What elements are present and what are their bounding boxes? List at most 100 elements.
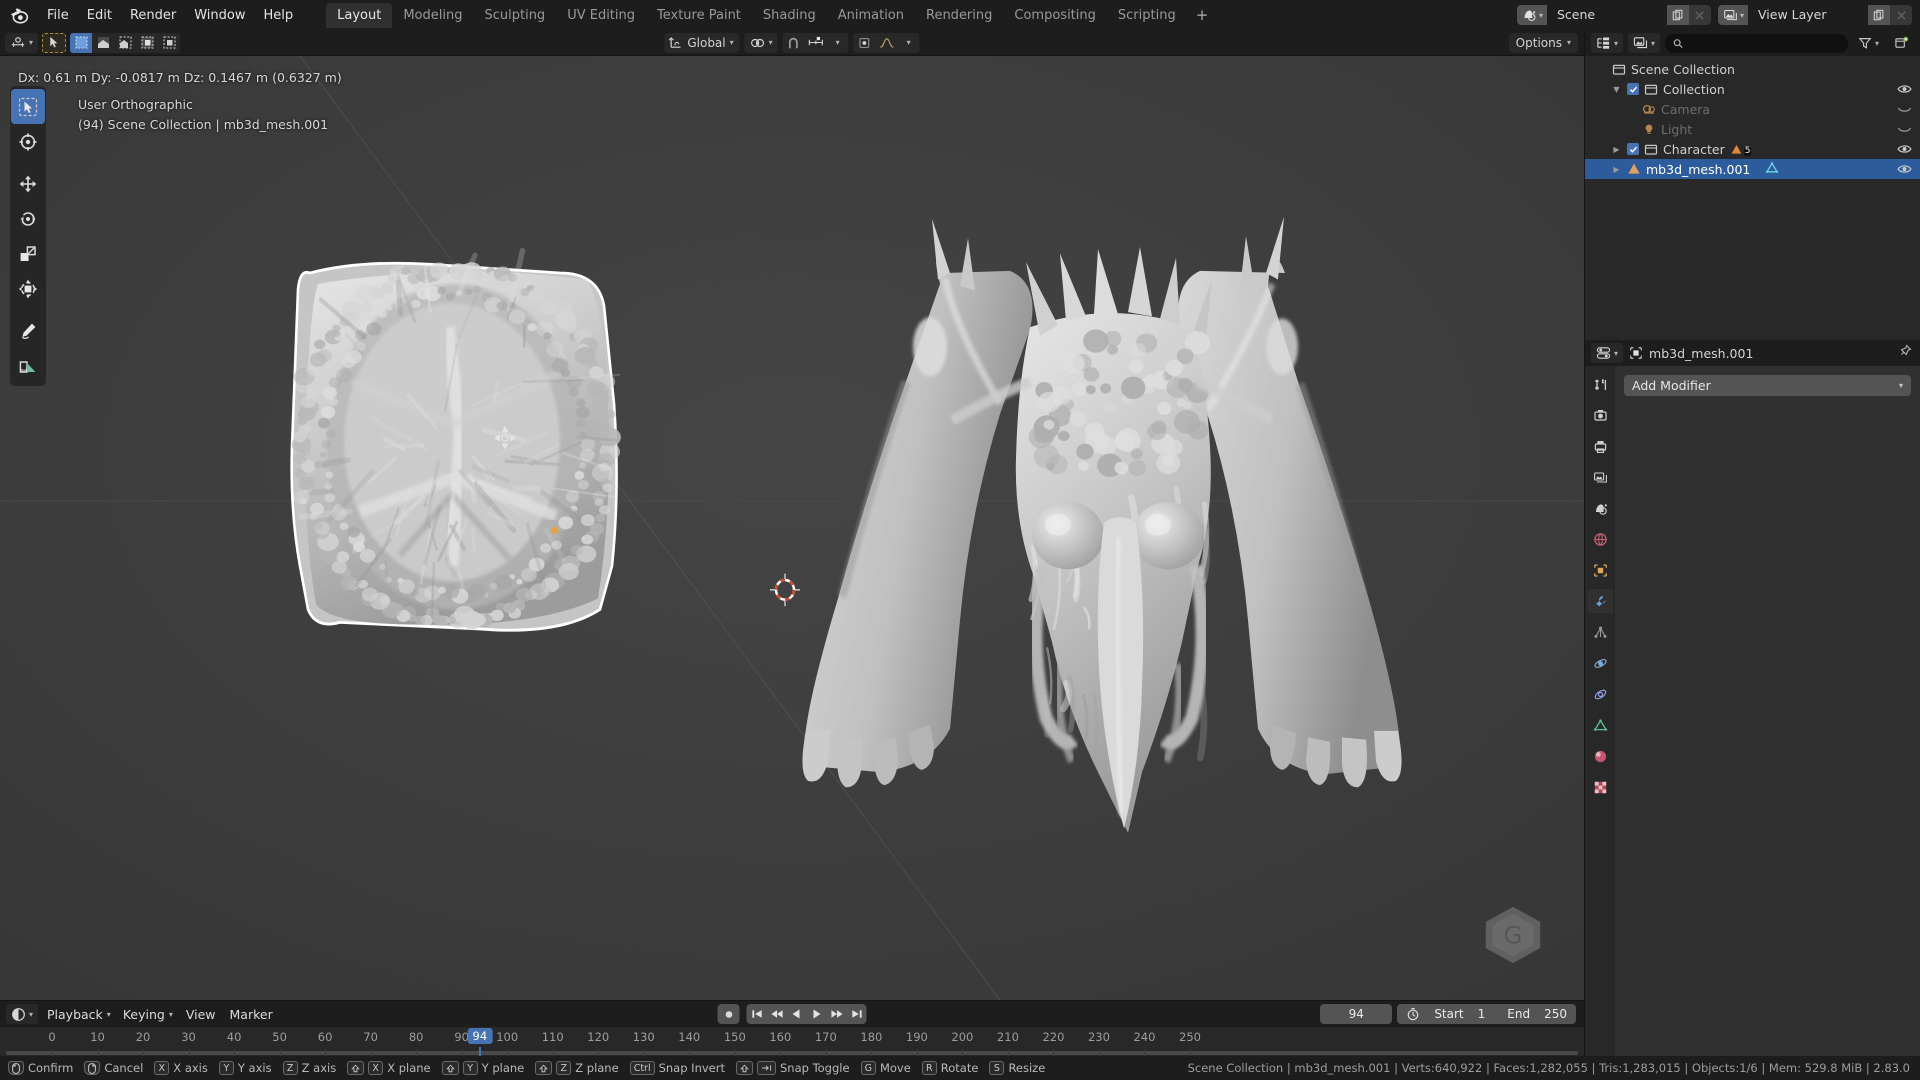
outliner-row-scene-collection[interactable]: Scene Collection <box>1585 59 1920 79</box>
falloff-chevron-icon[interactable]: ▾ <box>898 33 920 53</box>
snap-increment-icon[interactable] <box>805 33 827 53</box>
smooth-falloff-icon[interactable] <box>876 33 898 53</box>
properties-tab-world[interactable] <box>1587 527 1613 551</box>
properties-tab-object[interactable] <box>1587 558 1613 582</box>
new-collection-icon[interactable] <box>1889 33 1914 53</box>
timeline-ruler[interactable]: 0102030405060708090100110120130140150160… <box>0 1027 1584 1056</box>
select-mode-invert-icon[interactable] <box>136 33 158 53</box>
menu-help[interactable]: Help <box>255 5 303 26</box>
tool-transform[interactable] <box>11 271 45 306</box>
tool-rotate[interactable] <box>11 201 45 236</box>
3d-viewport[interactable]: Dx: 0.61 m Dy: -0.0817 m Dz: 0.1467 m (0… <box>0 56 1584 1000</box>
prev-keyframe-icon[interactable] <box>767 1004 787 1024</box>
jump-start-icon[interactable] <box>747 1004 767 1024</box>
tool-measure[interactable] <box>11 348 45 383</box>
visibility-toggle-eye-icon[interactable] <box>1897 163 1912 175</box>
tool-scale[interactable] <box>11 236 45 271</box>
workspace-tab-animation[interactable]: Animation <box>827 3 915 28</box>
visibility-toggle-eye-icon[interactable] <box>1897 143 1912 155</box>
outliner-filter-icon[interactable]: ▾ <box>1853 33 1884 53</box>
transform-orientation-dropdown[interactable]: Global ▾ <box>664 33 739 53</box>
timeline-menu-view[interactable]: View <box>179 1004 223 1025</box>
select-mode-subtract-icon[interactable] <box>114 33 136 53</box>
magnet-icon[interactable] <box>783 33 805 53</box>
workspace-tab-modeling[interactable]: Modeling <box>392 3 473 28</box>
visibility-toggle-eye-icon[interactable] <box>1897 123 1912 135</box>
properties-tab-object-data[interactable] <box>1587 713 1613 737</box>
workspace-tab-shading[interactable]: Shading <box>752 3 827 28</box>
select-mode-intersect-icon[interactable] <box>158 33 180 53</box>
outliner-display-mode-icon[interactable]: ▾ <box>1628 33 1660 53</box>
outliner-row-camera[interactable]: Camera <box>1585 99 1920 119</box>
new-view-layer-button[interactable] <box>1868 5 1890 25</box>
blender-logo-icon[interactable] <box>6 2 32 28</box>
timeline-scrollbar[interactable] <box>6 1051 1578 1055</box>
outliner-exclude-checkbox[interactable] <box>1627 83 1639 95</box>
scene-selector[interactable]: ▾ Scene <box>1517 5 1711 25</box>
properties-tab-render[interactable] <box>1587 403 1613 427</box>
outliner-search-box[interactable] <box>1665 34 1848 53</box>
workspace-tab-texture-paint[interactable]: Texture Paint <box>646 3 752 28</box>
chevron-right-icon[interactable]: ▶ <box>1611 145 1622 154</box>
properties-tab-physics[interactable] <box>1587 651 1613 675</box>
workspace-tab-scripting[interactable]: Scripting <box>1107 3 1187 28</box>
play-icon[interactable] <box>807 1004 827 1024</box>
playhead-frame-label[interactable]: 94 <box>468 1028 493 1044</box>
workspace-tab-compositing[interactable]: Compositing <box>1003 3 1107 28</box>
timeline-menu-marker[interactable]: Marker <box>223 1004 280 1025</box>
delete-view-layer-button[interactable] <box>1890 5 1912 25</box>
pin-icon[interactable] <box>1898 344 1912 362</box>
properties-tab-view-layer[interactable] <box>1587 465 1613 489</box>
record-keyframe-icon[interactable] <box>718 1004 740 1024</box>
add-modifier-button[interactable]: Add Modifier ▾ <box>1624 375 1911 396</box>
viewport-options-dropdown[interactable]: Options ▾ <box>1509 33 1578 53</box>
timeline-menu-playback[interactable]: Playback▾ <box>41 1004 117 1024</box>
properties-tab-modifier[interactable] <box>1587 589 1613 613</box>
properties-tab-texture[interactable] <box>1587 775 1613 799</box>
start-frame-value[interactable]: 1 <box>1478 1007 1486 1021</box>
end-frame-value[interactable]: 250 <box>1544 1007 1567 1021</box>
menu-render[interactable]: Render <box>121 5 185 26</box>
workspace-tab-uv-editing[interactable]: UV Editing <box>556 3 646 28</box>
view-layer-selector[interactable]: ▾ View Layer <box>1718 5 1912 25</box>
tool-annotate[interactable] <box>11 313 45 348</box>
outliner-search-input[interactable] <box>1688 36 1840 50</box>
visibility-toggle-eye-icon[interactable] <box>1897 83 1912 95</box>
add-workspace-button[interactable]: + <box>1187 2 1218 28</box>
workspace-tab-sculpting[interactable]: Sculpting <box>473 3 556 28</box>
next-keyframe-icon[interactable] <box>827 1004 847 1024</box>
new-scene-button[interactable] <box>1667 5 1689 25</box>
frame-range-fields[interactable]: Start 1 End 250 <box>1397 1004 1576 1024</box>
properties-tab-particles[interactable] <box>1587 620 1613 644</box>
scene-icon[interactable]: ▾ <box>1517 5 1547 25</box>
visibility-toggle-eye-icon[interactable] <box>1897 103 1912 115</box>
timeline-menu-keying[interactable]: Keying▾ <box>117 1004 179 1024</box>
modifier-count-badge[interactable]: 5 <box>1730 143 1752 156</box>
properties-tab-output[interactable] <box>1587 434 1613 458</box>
chevron-down-icon[interactable]: ▼ <box>1611 85 1622 94</box>
properties-tab-scene[interactable] <box>1587 496 1613 520</box>
outliner-row-light[interactable]: Light <box>1585 119 1920 139</box>
play-reverse-icon[interactable] <box>787 1004 807 1024</box>
properties-editor-type-icon[interactable]: ▾ <box>1591 343 1623 363</box>
workspace-tab-layout[interactable]: Layout <box>326 3 392 28</box>
properties-tab-constraints[interactable] <box>1587 682 1613 706</box>
active-tool-icon[interactable] <box>42 33 66 53</box>
scene-name[interactable]: Scene <box>1547 5 1667 25</box>
menu-edit[interactable]: Edit <box>78 5 121 26</box>
timeline-editor-type-icon[interactable]: ▾ <box>6 1004 38 1024</box>
outliner-row-mb3d-mesh-001[interactable]: ▶mb3d_mesh.001 <box>1585 159 1920 179</box>
outliner-exclude-checkbox[interactable] <box>1627 143 1639 155</box>
playhead-line[interactable] <box>479 1047 481 1056</box>
tool-tweak-select-box[interactable] <box>11 89 45 124</box>
outliner-row-collection[interactable]: ▼Collection <box>1585 79 1920 99</box>
pivot-point-dropdown[interactable]: ▾ <box>745 33 778 53</box>
snap-settings-chevron-icon[interactable]: ▾ <box>827 33 849 53</box>
view-layer-name[interactable]: View Layer <box>1748 5 1868 25</box>
interaction-mode-dropdown[interactable]: ▾ <box>5 33 38 53</box>
properties-tab-tool[interactable] <box>1587 372 1613 396</box>
tool-cursor[interactable] <box>11 124 45 159</box>
menu-window[interactable]: Window <box>185 5 254 26</box>
select-mode-extend-icon[interactable] <box>92 33 114 53</box>
view-layer-icon[interactable]: ▾ <box>1718 5 1748 25</box>
